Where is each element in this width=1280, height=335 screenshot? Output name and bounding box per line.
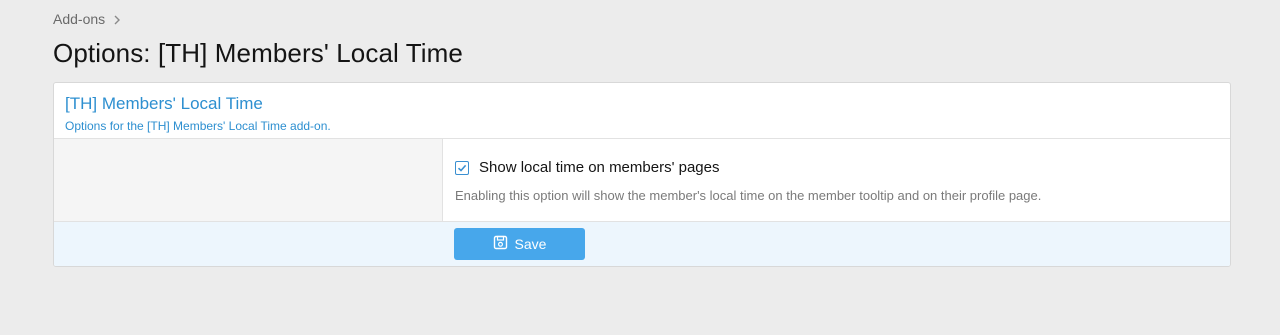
- save-icon: [493, 235, 508, 253]
- block-description: Options for the [TH] Members' Local Time…: [65, 119, 331, 133]
- show-local-time-label: Show local time on members' pages: [479, 159, 720, 176]
- save-button[interactable]: Save: [454, 228, 585, 260]
- chevron-right-icon: [111, 13, 123, 25]
- option-input-column: Show local time on members' pages Enabli…: [443, 139, 1230, 221]
- breadcrumb: Add-ons: [53, 11, 123, 27]
- block-title: [TH] Members' Local Time: [65, 94, 263, 113]
- option-label-column: [54, 139, 443, 221]
- show-local-time-option[interactable]: Show local time on members' pages: [455, 159, 1230, 176]
- show-local-time-checkbox[interactable]: [455, 160, 469, 175]
- options-block: [TH] Members' Local Time Options for the…: [53, 82, 1231, 267]
- save-button-label: Save: [514, 236, 547, 252]
- breadcrumb-item-add-ons[interactable]: Add-ons: [53, 11, 105, 27]
- form-footer: Save: [54, 222, 1230, 266]
- page-title: Options: [TH] Members' Local Time: [53, 38, 463, 68]
- checkmark-icon: [457, 164, 467, 172]
- option-hint: Enabling this option will show the membe…: [455, 188, 1042, 203]
- option-row: Show local time on members' pages Enabli…: [54, 139, 1230, 222]
- block-header: [TH] Members' Local Time Options for the…: [54, 83, 1230, 139]
